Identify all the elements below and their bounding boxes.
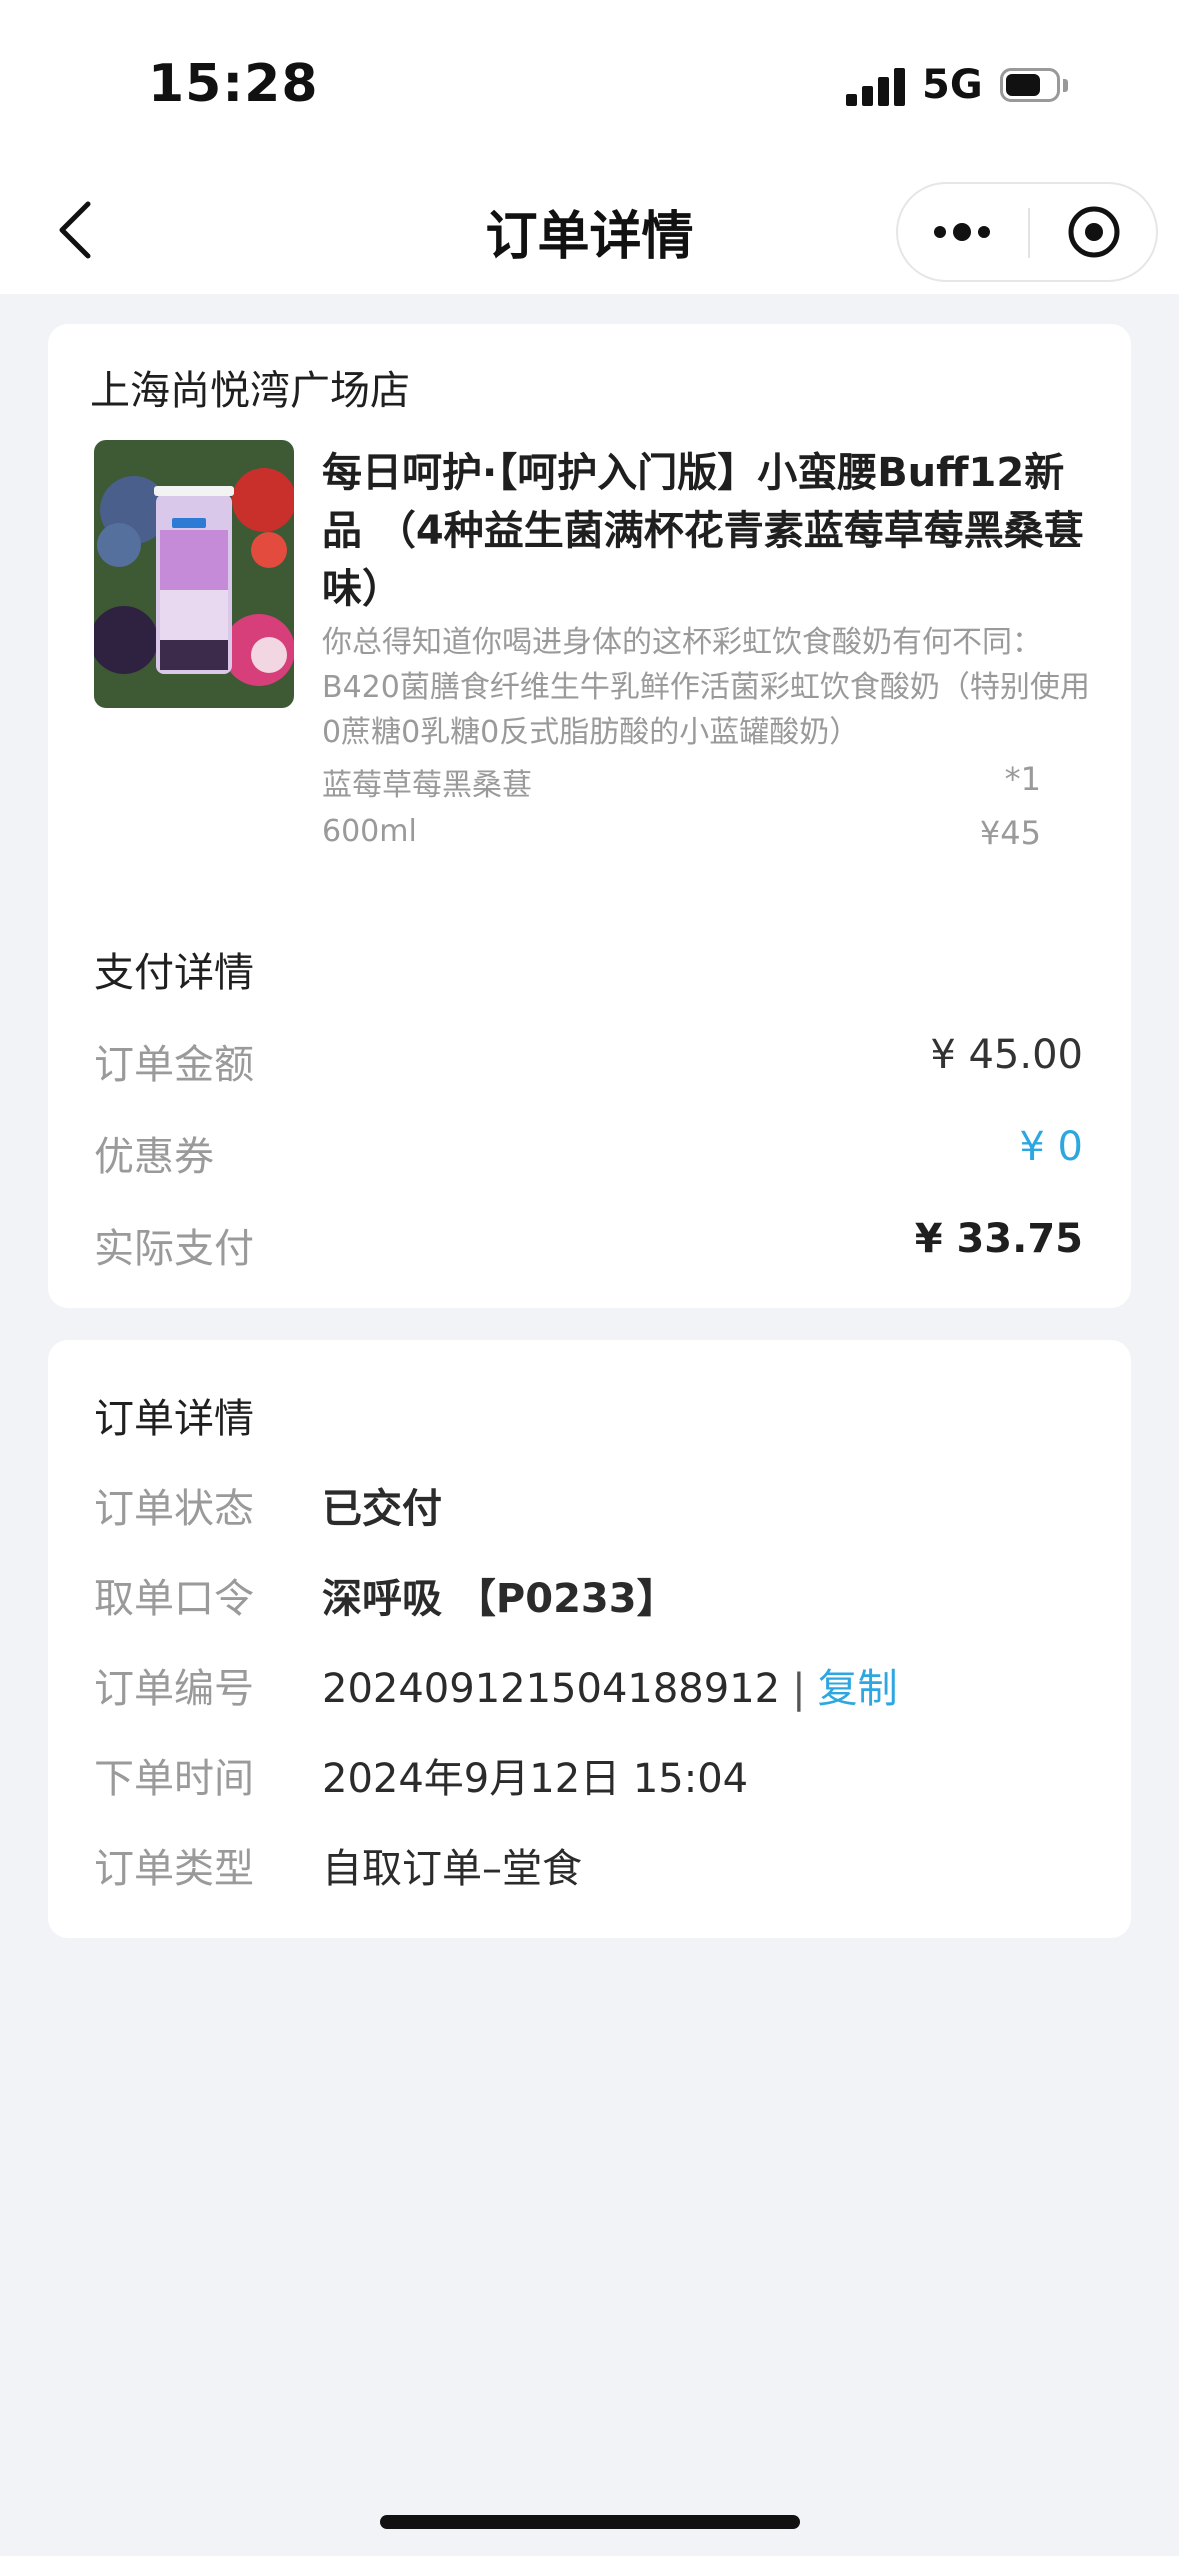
mini-program-capsule [896,182,1158,282]
more-icon [934,223,990,241]
payment-title: 支付详情 [94,950,254,996]
status-time: 15:28 [148,54,319,114]
paid-amount-label: 实际支付 [94,1226,254,1272]
separator: | [792,1666,806,1712]
status-bar: 15:28 5G [0,0,1179,170]
order-amount-value: ¥ 45.00 [930,1032,1083,1078]
order-details-card: 订单详情 订单状态 已交付 取单口令 深呼吸 【P0233】 订单编号 2024… [48,1340,1131,1938]
store-name: 上海尚悦湾广场店 [90,368,410,414]
pickup-code-value: 深呼吸 【P0233】 [322,1576,677,1622]
product-title: 每日呵护·【呵护入门版】小蛮腰Buff12新品 （4种益生菌满杯花青素蓝莓草莓黑… [322,450,1084,612]
nav-bar: 订单详情 [0,170,1179,294]
signal-icon [846,66,906,106]
order-type-label: 订单类型 [94,1846,254,1892]
product-price: ¥45 [979,814,1041,852]
pickup-code-label: 取单口令 [94,1576,254,1622]
paid-amount-value: ¥ 33.75 [914,1216,1083,1262]
close-button[interactable] [1032,184,1156,280]
product-quantity: *1 [1004,760,1041,798]
order-time-value: 2024年9月12日 15:04 [322,1756,749,1802]
product-volume: 600ml [322,814,417,849]
order-number-row: 202409121504188912 | 复制 [322,1656,898,1714]
order-status-label: 订单状态 [94,1486,254,1532]
order-number-label: 订单编号 [94,1666,254,1712]
capsule-divider [1028,208,1030,258]
coupon-label: 优惠券 [94,1134,214,1180]
product-card: 上海尚悦湾广场店 每日呵护·【呵护入门版】小蛮腰Buff12新品 （4种益生菌满… [48,324,1131,1308]
order-number-value: 202409121504188912 [322,1666,781,1712]
target-icon [1068,206,1120,258]
battery-icon [1000,68,1070,106]
order-details-title: 订单详情 [94,1396,254,1442]
order-amount-label: 订单金额 [94,1042,254,1088]
product-spec: 蓝莓草莓黑桑葚 [322,768,532,803]
network-label: 5G [922,62,983,108]
order-status-value: 已交付 [322,1486,442,1532]
order-type-value: 自取订单–堂食 [322,1846,582,1892]
product-image [94,440,294,708]
copy-button[interactable]: 复制 [818,1666,898,1712]
more-button[interactable] [898,184,1026,280]
order-time-label: 下单时间 [94,1756,254,1802]
coupon-value: ¥ 0 [1019,1124,1083,1170]
product-description: 你总得知道你喝进身体的这杯彩虹饮食酸奶有何不同：B420菌膳食纤维生牛乳鲜作活菌… [322,625,1090,750]
home-indicator[interactable] [380,2515,800,2529]
